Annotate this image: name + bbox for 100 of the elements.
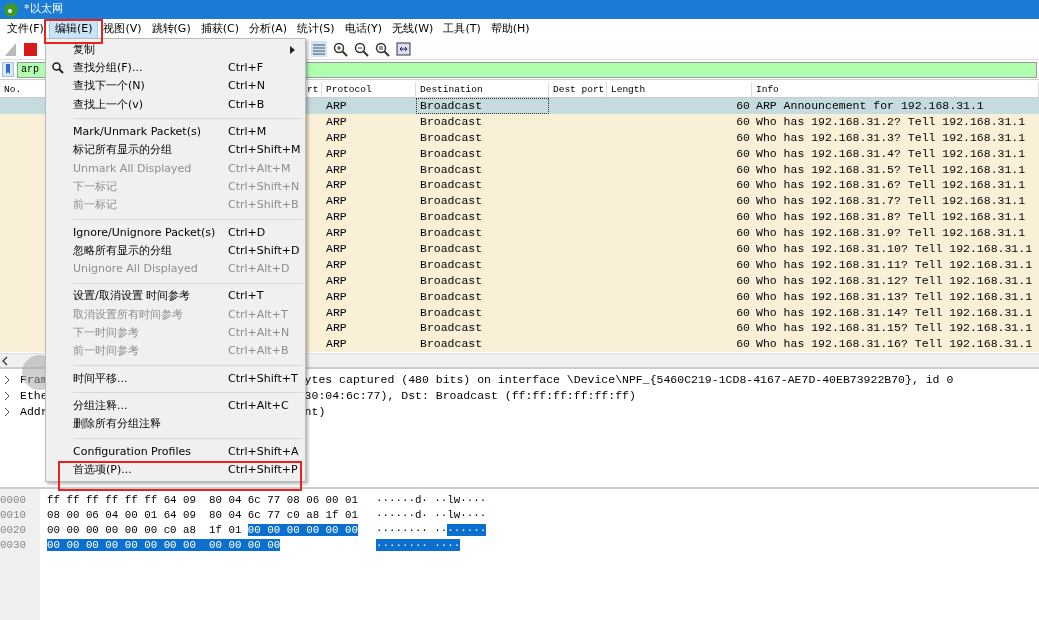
table-cell-text: Who has 192.168.31.14? Tell 192.168.31.1 — [755, 304, 1034, 321]
window-title: *以太网 — [24, 1, 63, 18]
table-cell-text: Broadcast — [419, 336, 484, 353]
table-cell-text: Who has 192.168.31.5? Tell 192.168.31.1 — [755, 161, 1027, 178]
table-cell-text: ARP — [325, 336, 348, 353]
zoom-reset-icon[interactable] — [375, 41, 390, 57]
menu-item[interactable]: 首选项(P)... Ctrl+Shift+P — [46, 460, 305, 480]
table-cell-text: 60 — [735, 193, 751, 210]
column-header[interactable]: Dest port — [549, 82, 607, 97]
menu-item[interactable]: 分析(A) — [243, 19, 293, 39]
table-cell-text: Broadcast — [419, 272, 484, 289]
resize-columns-icon[interactable] — [396, 42, 411, 56]
menu-item[interactable]: 复制 — [46, 41, 305, 60]
table-cell-text: ARP — [325, 225, 348, 241]
column-header[interactable]: Length — [607, 82, 752, 97]
table-cell-text: Broadcast — [419, 288, 484, 305]
ascii-bytes: ······ — [447, 524, 487, 536]
menu-item[interactable]: 电话(Y) — [339, 19, 387, 39]
column-header[interactable]: Destination — [416, 82, 549, 97]
column-header[interactable]: rt — [307, 82, 322, 97]
table-cell-text: 60 — [735, 98, 751, 114]
menu-item[interactable]: 捕获(C) — [195, 19, 244, 39]
table-cell-text: 60 — [735, 177, 751, 194]
table-cell-text: 60 — [735, 336, 751, 353]
table-cell-text: Broadcast — [419, 304, 484, 321]
table-cell-text: Broadcast — [419, 177, 484, 194]
stop-icon[interactable] — [24, 42, 37, 56]
table-cell-text: Broadcast — [419, 209, 484, 226]
table-cell-text: Who has 192.168.31.11? Tell 192.168.31.1 — [755, 256, 1034, 273]
hex-bytes: 00 00 00 00 00 00 — [247, 524, 358, 536]
tree-item-text[interactable]: 30:04:6c:77), Dst: Broadcast (ff:ff:ff:ff:ff:ff) — [304, 387, 636, 405]
table-cell-text: ARP — [325, 256, 348, 273]
table-cell-text: Who has 192.168.31.2? Tell 192.168.31.1 — [755, 113, 1027, 130]
menu-item[interactable]: 时间平移... Ctrl+Shift+T — [46, 369, 305, 389]
table-cell-text: Who has 192.168.31.8? Tell 192.168.31.1 — [755, 209, 1027, 226]
menu-item[interactable]: 查找分组(F)... Ctrl+F — [46, 59, 305, 78]
table-cell-text: Who has 192.168.31.16? Tell 192.168.31.1 — [755, 336, 1034, 353]
table-cell-text: ARP — [325, 209, 348, 226]
table-cell-text: 60 — [735, 320, 751, 337]
table-cell-text: Who has 192.168.31.6? Tell 192.168.31.1 — [755, 177, 1027, 194]
tree-item-text[interactable]: nt) — [304, 403, 326, 421]
menu-item[interactable]: 分组注释... Ctrl+Alt+C — [46, 397, 305, 416]
ascii-bytes: ······d· ··lw···· — [376, 494, 487, 506]
menu-item[interactable]: 查找下一个(N) Ctrl+N — [46, 77, 305, 96]
table-cell-text: ARP — [325, 129, 348, 146]
table-cell-text: ARP — [325, 145, 348, 162]
table-cell-text: Who has 192.168.31.3? Tell 192.168.31.1 — [755, 129, 1027, 146]
table-cell-text: 60 — [735, 209, 751, 226]
table-cell-text: 60 — [735, 288, 751, 305]
table-cell-text: ARP — [325, 98, 348, 114]
table-cell-text: 60 — [735, 256, 751, 273]
table-cell-text: Broadcast — [419, 129, 484, 146]
column-header[interactable]: Info — [752, 82, 1039, 97]
hex-bytes: 00 00 00 00 00 00 c0 a8 1f 01 — [47, 524, 243, 536]
submenu-arrow-icon — [290, 46, 295, 55]
zoom-out-icon[interactable] — [354, 41, 369, 57]
tree-item-text[interactable]: ytes captured (480 bits) on interface \Device\NPF_{5460C219-1CD8-4167-AE7D-40EB73922B70}, id 0 — [304, 371, 954, 389]
hex-bytes: 08 00 06 04 00 01 64 09 80 04 6c 77 c0 a8 1f 01 — [47, 509, 358, 521]
hex-bytes: 00 00 00 00 00 00 00 00 00 00 00 00 — [47, 539, 281, 551]
menu-item[interactable]: 统计(S) — [292, 19, 340, 39]
menu-item[interactable]: Ignore/Unignore Packet(s) Ctrl+D — [46, 223, 305, 242]
table-cell-text: 60 — [735, 225, 751, 241]
menu-item[interactable]: 无线(W) — [386, 19, 439, 39]
menu-item[interactable]: 文件(F) — [2, 19, 49, 39]
bookmark-icon[interactable] — [2, 62, 14, 77]
table-cell-text: 60 — [735, 129, 751, 146]
table-cell-text: 60 — [735, 304, 751, 321]
hex-bytes: ff ff ff ff ff ff 64 09 80 04 6c 77 08 06 00 01 — [47, 494, 358, 506]
table-cell-text: Broadcast — [419, 145, 484, 162]
menu-item[interactable]: 工具(T) — [438, 19, 486, 39]
menu-item[interactable]: 帮助(H) — [485, 19, 535, 39]
table-cell-text: ARP — [325, 113, 348, 130]
table-cell-text: Broadcast — [419, 256, 484, 273]
table-cell-text: 60 — [735, 241, 751, 257]
ascii-bytes: ········ ···· — [376, 539, 461, 551]
scroll-left-icon[interactable] — [0, 355, 10, 366]
table-cell-text: Who has 192.168.31.9? Tell 192.168.31.1 — [755, 225, 1027, 241]
table-cell-text: 60 — [735, 272, 751, 289]
table-cell-text: 60 — [735, 145, 751, 162]
column-header[interactable]: Protocol — [322, 82, 416, 97]
table-cell-text: ARP — [325, 161, 348, 178]
menu-item[interactable]: 查找上一个(v) Ctrl+B — [46, 95, 305, 115]
table-cell-text: ARP — [325, 288, 348, 305]
menu-item[interactable]: 跳转(G) — [146, 19, 196, 39]
menu-item[interactable]: 设置/取消设置 时间参考 Ctrl+T — [46, 287, 305, 306]
table-cell-text: 60 — [735, 161, 751, 178]
table-cell-text: Broadcast — [419, 320, 484, 337]
table-cell-text: Who has 192.168.31.4? Tell 192.168.31.1 — [755, 145, 1027, 162]
table-cell-text: ARP — [325, 177, 348, 194]
offset-text: 0000 — [0, 493, 27, 508]
table-cell-text: Broadcast — [419, 113, 484, 130]
zoom-in-icon[interactable] — [333, 41, 348, 57]
table-cell-text: ARP — [325, 193, 348, 210]
offset-text: 0010 — [0, 508, 27, 523]
ascii-bytes: ········ ·· — [376, 524, 448, 536]
table-cell-text: ARP — [325, 304, 348, 321]
menu-item[interactable]: Configuration Profiles Ctrl+Shift+A — [46, 442, 305, 461]
table-cell-text: Who has 192.168.31.13? Tell 192.168.31.1 — [755, 288, 1034, 305]
menu-item[interactable]: 删除所有分组注释 — [46, 415, 305, 434]
tree-item-text[interactable]: Addr — [20, 403, 48, 421]
